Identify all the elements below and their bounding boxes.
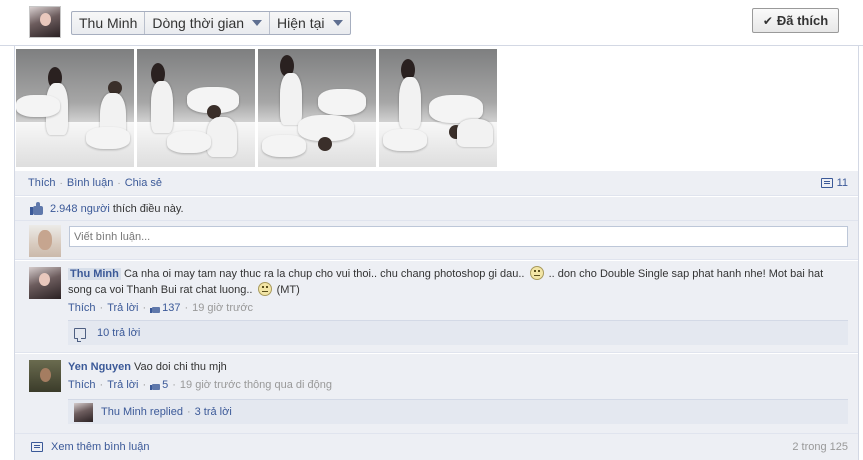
comment-text: Yen Nguyen Vao doi chi thu mjh — [68, 359, 848, 375]
comment-body: Thu Minh Ca nha oi may tam nay thuc ra l… — [68, 266, 848, 316]
photo-1[interactable] — [16, 49, 134, 167]
post-action-bar: Thích · Bình luận · Chia sẻ 11 — [15, 171, 858, 196]
comment-item: Yen Nguyen Vao doi chi thu mjh Thích · T… — [15, 354, 858, 434]
comment-meta: Thích · Trả lời · 137 · 19 giờ trước — [68, 300, 254, 316]
timeline-dropdown[interactable]: Dòng thời gian — [145, 12, 271, 34]
smiley-icon — [529, 266, 544, 280]
likes-summary: 2.948 người thích điều này. — [15, 197, 858, 221]
comment-count[interactable]: 11 — [820, 177, 848, 189]
chevron-down-icon — [252, 20, 263, 26]
liked-button[interactable]: ✔ Đã thích — [752, 8, 839, 33]
write-comment-row — [15, 221, 858, 260]
comments-footer: Xem thêm bình luận 2 trong 125 — [15, 434, 858, 460]
comment-author-link[interactable]: Yen Nguyen — [68, 361, 131, 373]
reply-author-avatar — [74, 402, 93, 422]
comment-link[interactable]: Bình luận — [67, 177, 113, 189]
commenter-avatar[interactable] — [29, 360, 61, 392]
commenter-avatar[interactable] — [29, 267, 61, 299]
comment-text-part3: (MT) — [276, 284, 300, 296]
comment-like-link[interactable]: Thích — [68, 377, 96, 393]
liked-button-label: Đã thích — [776, 13, 829, 28]
timeline-header: Thu Minh Dòng thời gian Hiện tại ✔ Đã th… — [0, 0, 863, 46]
comment-like-count[interactable]: 5 — [162, 377, 168, 393]
current-dropdown[interactable]: Hiện tại — [270, 12, 349, 34]
comment-text-content: Vao doi chi thu mjh — [134, 361, 227, 373]
thumbs-up-icon — [150, 381, 161, 390]
timeline-dropdown-label: Dòng thời gian — [152, 15, 245, 31]
likes-text: thích điều này. — [112, 202, 184, 215]
comments-pager: 2 trong 125 — [792, 441, 848, 453]
profile-name-label: Thu Minh — [79, 15, 138, 31]
current-dropdown-label: Hiện tại — [277, 15, 325, 31]
timeline-selector-group: Thu Minh Dòng thời gian Hiện tại — [71, 11, 351, 35]
replies-count: 3 trả lời — [194, 406, 232, 418]
separator-dot: · — [117, 177, 121, 189]
comment-text: Thu Minh Ca nha oi may tam nay thuc ra l… — [68, 266, 848, 298]
thumbs-up-icon — [30, 202, 44, 215]
like-link[interactable]: Thích — [28, 177, 56, 189]
comment-bubble-icon — [820, 178, 833, 188]
comment-item: Thu Minh Ca nha oi may tam nay thuc ra l… — [15, 261, 858, 353]
likes-count-link[interactable]: 2.948 người — [50, 203, 110, 215]
thumbs-up-icon — [150, 304, 161, 313]
comment-like-count[interactable]: 137 — [162, 300, 180, 316]
photo-3[interactable] — [258, 49, 376, 167]
comment-timestamp: 19 giờ trước — [192, 302, 254, 314]
replied-by-text: Thu Minh replied — [101, 406, 183, 418]
comment-like-link[interactable]: Thích — [68, 300, 96, 316]
comment-author-link[interactable]: Thu Minh — [68, 268, 121, 280]
replies-count: 10 trả lời — [97, 327, 141, 339]
comment-reply-link[interactable]: Trả lời — [107, 377, 138, 393]
share-link[interactable]: Chia sẻ — [125, 177, 162, 189]
view-more-comments-link[interactable]: Xem thêm bình luận — [51, 441, 149, 453]
comment-count-value: 11 — [836, 177, 848, 189]
comment-bubble-icon — [31, 442, 43, 452]
photo-2[interactable] — [137, 49, 255, 167]
profile-avatar[interactable] — [29, 6, 61, 38]
comment-body: Yen Nguyen Vao doi chi thu mjh Thích · T… — [68, 359, 848, 393]
photo-strip — [16, 49, 497, 169]
photo-4[interactable] — [379, 49, 497, 167]
view-replies-bar[interactable]: Thu Minh replied · 3 trả lời — [68, 399, 848, 424]
comment-meta: Thích · Trả lời · 5 · 19 giờ trước thông… — [68, 377, 332, 393]
chevron-down-icon — [332, 20, 343, 26]
profile-name-button[interactable]: Thu Minh — [72, 12, 146, 34]
comment-text-part1: Ca nha oi may tam nay thuc ra la chup ch… — [123, 268, 525, 280]
comment-input[interactable] — [69, 226, 848, 247]
view-replies-bar[interactable]: 10 trả lời — [68, 320, 848, 345]
right-divider — [858, 46, 859, 460]
separator-dot: · — [59, 177, 63, 189]
smiley-icon — [257, 282, 272, 296]
checkmark-icon: ✔ — [762, 13, 773, 28]
reply-bubble-icon — [74, 327, 86, 342]
comment-timestamp: 19 giờ trước thông qua di động — [179, 379, 332, 391]
current-user-avatar — [29, 225, 61, 257]
comment-reply-link[interactable]: Trả lời — [107, 300, 138, 316]
